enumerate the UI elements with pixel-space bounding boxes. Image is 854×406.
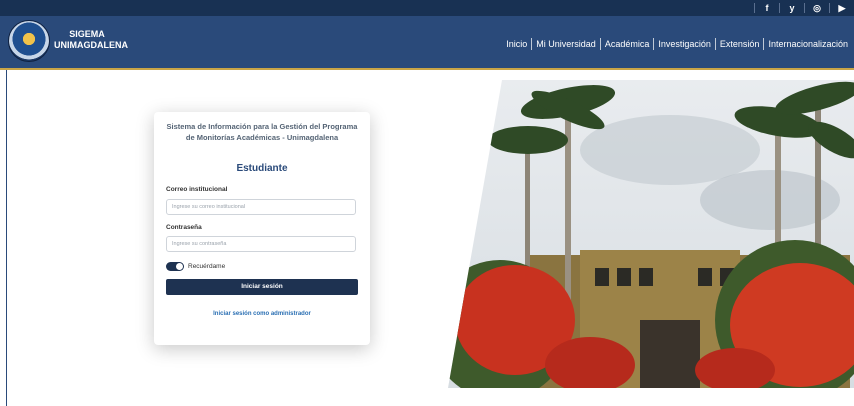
email-label: Correo institucional xyxy=(166,186,228,193)
top-bar: f y ◎ ▶ xyxy=(0,0,854,16)
social-links: f y ◎ ▶ xyxy=(748,1,848,15)
divider xyxy=(653,38,655,50)
main-nav: Inicio Mi Universidad Académica Investig… xyxy=(506,38,848,50)
nav-inicio[interactable]: Inicio xyxy=(506,38,527,50)
page-border xyxy=(6,70,7,406)
instagram-icon[interactable]: ◎ xyxy=(811,1,823,15)
twitter-icon[interactable]: y xyxy=(786,1,798,15)
brand-name: SIGEMA xyxy=(69,29,105,39)
login-button[interactable]: Iniciar sesión xyxy=(166,279,358,295)
divider xyxy=(829,3,830,13)
divider xyxy=(763,38,765,50)
divider xyxy=(599,38,601,50)
nav-extension[interactable]: Extensión xyxy=(720,38,760,50)
main-header: SIGEMA UNIMAGDALENA Inicio Mi Universida… xyxy=(0,16,854,70)
login-card: Sistema de Información para la Gestión d… xyxy=(154,112,370,345)
nav-academica[interactable]: Académica xyxy=(605,38,650,50)
divider xyxy=(531,38,533,50)
brand[interactable]: SIGEMA UNIMAGDALENA xyxy=(54,29,128,51)
email-field[interactable]: Ingrese su correo institucional xyxy=(166,199,356,215)
role-title: Estudiante xyxy=(236,163,288,174)
nav-investigacion[interactable]: Investigación xyxy=(658,38,711,50)
admin-login-link[interactable]: Iniciar sesión como administrador xyxy=(154,311,370,317)
campus-photo xyxy=(448,80,854,388)
system-title: Sistema de Información para la Gestión d… xyxy=(166,122,358,142)
remember-label: Recuérdame xyxy=(188,263,226,270)
divider xyxy=(754,3,755,13)
nav-mi-universidad[interactable]: Mi Universidad xyxy=(536,38,596,50)
university-logo[interactable] xyxy=(8,20,50,62)
brand-university: UNIMAGDALENA xyxy=(54,40,128,50)
divider xyxy=(714,38,716,50)
youtube-icon[interactable]: ▶ xyxy=(836,1,848,15)
divider xyxy=(804,3,805,13)
password-field[interactable]: Ingrese su contraseña xyxy=(166,236,356,252)
password-label: Contraseña xyxy=(166,224,202,231)
nav-internacionalizacion[interactable]: Internacionalización xyxy=(768,38,848,50)
remember-toggle[interactable] xyxy=(166,262,184,271)
divider xyxy=(779,3,780,13)
facebook-icon[interactable]: f xyxy=(761,1,773,15)
